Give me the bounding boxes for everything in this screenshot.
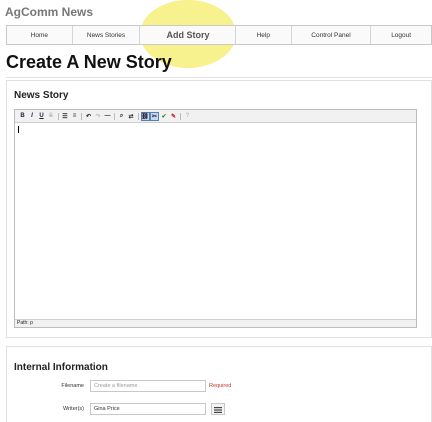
- text-caret: [18, 126, 19, 133]
- link-icon[interactable]: ⛓: [140, 111, 150, 121]
- nav-control-panel[interactable]: Control Panel: [292, 26, 372, 44]
- writers-list-button[interactable]: [211, 403, 225, 415]
- clean-icon[interactable]: ✎: [169, 112, 178, 121]
- title-divider: [6, 77, 432, 78]
- editor-status-path: Path: p: [15, 319, 416, 327]
- toolbar-separator: [56, 112, 60, 121]
- page-title: Create A New Story: [6, 52, 172, 72]
- nav-add-story[interactable]: Add Story: [140, 25, 236, 45]
- spellcheck-icon[interactable]: ✔: [160, 112, 169, 121]
- horizontal-rule-icon[interactable]: —: [103, 112, 112, 121]
- redo-icon[interactable]: ↷: [94, 112, 103, 121]
- numbered-list-icon[interactable]: ≡: [70, 112, 79, 121]
- writers-label: Writer(s): [63, 406, 84, 412]
- news-story-heading: News Story: [14, 90, 69, 101]
- nav-home[interactable]: Home: [7, 26, 73, 44]
- internal-information-heading: Internal Information: [14, 362, 108, 373]
- nav-logout[interactable]: Logout: [371, 26, 431, 44]
- strikethrough-icon[interactable]: S: [47, 112, 56, 121]
- nav-help[interactable]: Help: [236, 26, 292, 44]
- unlink-icon[interactable]: ✂: [150, 111, 159, 121]
- writers-input[interactable]: [90, 403, 206, 415]
- required-note: Required: [209, 383, 232, 389]
- filename-label: Filename: [61, 383, 84, 389]
- help-icon[interactable]: ?: [183, 112, 192, 121]
- toolbar-separator: [179, 112, 183, 121]
- find-icon[interactable]: ⌕: [117, 112, 126, 121]
- underline-icon[interactable]: U: [37, 112, 46, 121]
- toolbar-separator: [80, 112, 84, 121]
- replace-icon[interactable]: ⇄: [127, 112, 136, 121]
- toolbar-separator: [113, 112, 117, 121]
- app-title: AgComm News: [5, 5, 94, 19]
- list-icon: [214, 400, 222, 418]
- nav-news-stories[interactable]: News Stories: [73, 26, 141, 44]
- italic-icon[interactable]: I: [28, 112, 37, 121]
- editor-toolbar: B I U S ☰ ≡ ↶ ↷ — ⌕ ⇄ ⛓ ✂ ✔ ✎ ?: [15, 110, 416, 123]
- undo-icon[interactable]: ↶: [84, 112, 93, 121]
- toolbar-separator: [136, 112, 140, 121]
- filename-input[interactable]: [90, 380, 206, 392]
- bold-icon[interactable]: B: [18, 112, 27, 121]
- bullet-list-icon[interactable]: ☰: [61, 112, 70, 121]
- news-story-editor[interactable]: B I U S ☰ ≡ ↶ ↷ — ⌕ ⇄ ⛓ ✂ ✔ ✎ ? Path: p: [14, 109, 417, 328]
